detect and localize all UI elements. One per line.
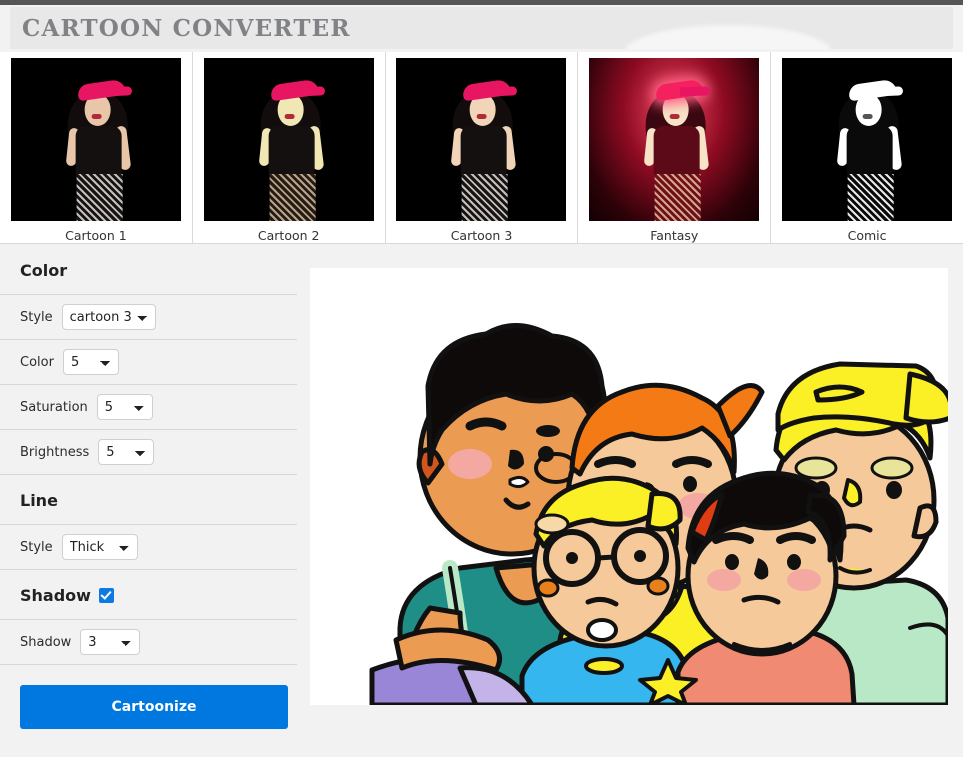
thumbnail-label: Fantasy: [650, 228, 699, 243]
section-header-color: Color: [0, 245, 297, 295]
app-header: CARTOON CONVERTER: [10, 7, 953, 49]
thumbnail-image: [589, 58, 760, 221]
label-shadow: Shadow: [20, 634, 72, 650]
thumbnail-label: Cartoon 2: [257, 228, 320, 243]
page-title: CARTOON CONVERTER: [22, 15, 351, 42]
section-title-line: Line: [20, 491, 58, 510]
section-header-line: Line: [0, 475, 297, 525]
thumbnail-image: [10, 58, 181, 221]
thumbnail-label: Cartoon 1: [65, 228, 127, 243]
select-brightness[interactable]: 12345678910: [98, 439, 155, 465]
thumbnail-image: [203, 58, 374, 221]
bottom-spacer: [297, 705, 963, 757]
controls-sidebar: Color Style cartoon 1cartoon 2cartoon 3f…: [0, 245, 297, 757]
thumbnail-image: [396, 58, 567, 221]
label-brightness: Brightness: [20, 444, 90, 460]
header-decoration: [623, 25, 833, 49]
section-title-shadow: Shadow: [20, 586, 91, 605]
cartoonize-button[interactable]: Cartoonize: [20, 685, 288, 729]
select-shadow[interactable]: 12345: [80, 629, 141, 655]
control-row-brightness: Brightness 12345678910: [0, 430, 297, 475]
shadow-enable-checkbox[interactable]: [98, 588, 114, 603]
thumbnail-image: [782, 58, 953, 221]
style-thumbnail-2[interactable]: Cartoon 2: [192, 52, 386, 243]
control-row-line-style: Style ThinMediumThick: [0, 525, 297, 570]
style-thumbnail-3[interactable]: Cartoon 3: [385, 52, 579, 243]
label-saturation: Saturation: [20, 399, 88, 415]
label-color: Color: [20, 354, 54, 370]
style-thumbnail-4[interactable]: Fantasy: [578, 52, 772, 243]
thumbnail-label: Cartoon 3: [450, 228, 513, 243]
browser-top-edge: [0, 0, 963, 5]
app-root: CARTOON CONVERTER Cartoon 1 Cartoon 2 Cart…: [0, 0, 963, 757]
select-style[interactable]: cartoon 1cartoon 2cartoon 3fantasycomic: [61, 304, 156, 330]
select-saturation[interactable]: 12345678910: [96, 394, 153, 420]
section-header-shadow: Shadow: [0, 570, 297, 620]
cartoon-illustration: [310, 268, 948, 705]
select-color[interactable]: 12345678910: [62, 349, 119, 375]
control-row-shadow-amount: Shadow 12345: [0, 620, 297, 665]
section-title-color: Color: [20, 261, 68, 280]
thumbnail-label: Comic: [847, 228, 887, 243]
style-thumbnail-1[interactable]: Cartoon 1: [0, 52, 193, 243]
label-line-style: Style: [20, 539, 53, 555]
image-preview-panel[interactable]: [310, 268, 948, 705]
select-line-style[interactable]: ThinMediumThick: [61, 534, 138, 560]
label-style: Style: [20, 309, 53, 325]
style-thumbnail-5[interactable]: Comic: [771, 52, 963, 243]
control-row-saturation: Saturation 12345678910: [0, 385, 297, 430]
style-thumbnail-strip: Cartoon 1 Cartoon 2 Cartoon 3 Fantasy Comic: [0, 52, 963, 244]
control-row-color: Color 12345678910: [0, 340, 297, 385]
control-row-style: Style cartoon 1cartoon 2cartoon 3fantasy…: [0, 295, 297, 340]
